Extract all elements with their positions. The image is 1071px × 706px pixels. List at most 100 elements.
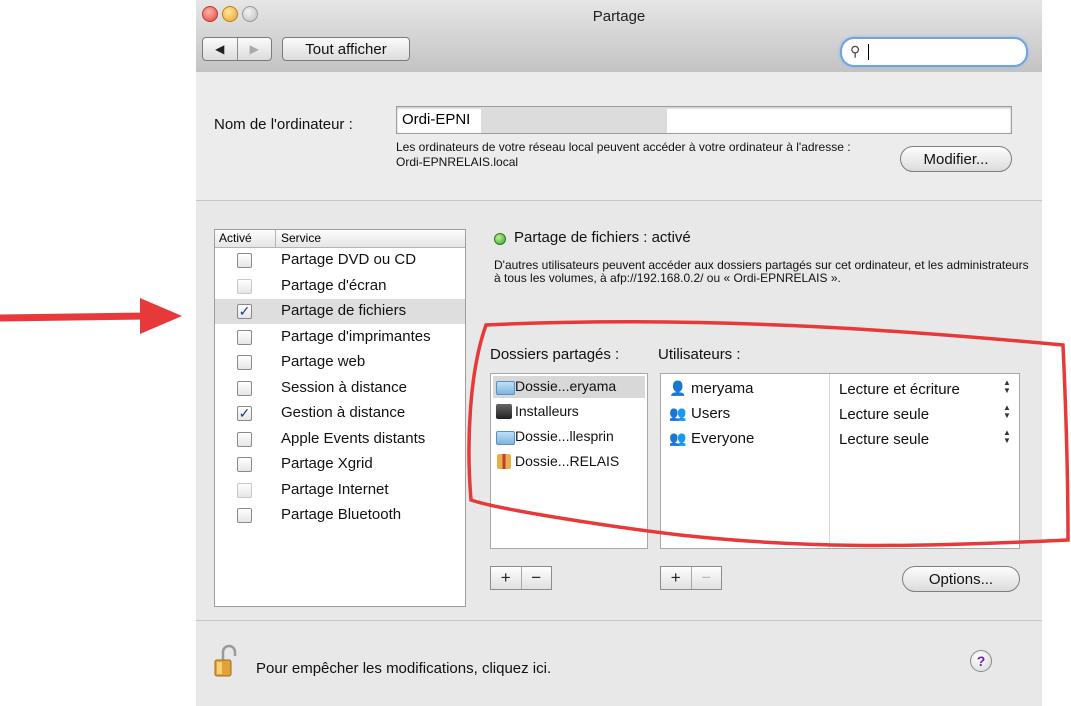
permission-popup[interactable]: Lecture seule	[839, 431, 929, 448]
service-label: Partage Xgrid	[281, 455, 373, 472]
sharing-window: Partage ◀ ▶ Tout afficher ⚲ Nom de l'ord…	[196, 0, 1042, 706]
checkbox[interactable]	[237, 355, 252, 370]
service-label: Partage de fichiers	[281, 302, 407, 319]
service-row[interactable]: Partage Internet	[215, 478, 465, 503]
service-row[interactable]: Partage DVD ou CD	[215, 248, 465, 273]
checkbox[interactable]	[237, 431, 252, 447]
header-enabled[interactable]: Activé	[219, 231, 252, 245]
service-list-header: Activé Service	[215, 230, 465, 248]
checkbox-checked[interactable]: ✓	[237, 406, 252, 421]
checkbox-checked[interactable]: ✓	[237, 304, 252, 319]
title-bar: Partage ◀ ▶ Tout afficher ⚲	[196, 0, 1042, 73]
checkbox[interactable]	[237, 482, 252, 498]
address-description: Les ordinateurs de votre réseau local pe…	[396, 140, 851, 169]
user-name: Users	[691, 405, 731, 422]
forward-button[interactable]: ▶	[236, 38, 272, 60]
nav-buttons: ◀ ▶	[202, 37, 272, 61]
user-name: meryama	[691, 380, 754, 397]
lock-icon[interactable]	[214, 644, 238, 678]
service-label: Partage d'écran	[281, 276, 387, 294]
text-caret	[868, 44, 869, 60]
modify-button[interactable]: Modifier...	[900, 146, 1012, 172]
folder-label: Installeurs	[515, 403, 579, 419]
checkbox[interactable]	[237, 278, 252, 294]
header-service[interactable]: Service	[281, 231, 321, 245]
folder-item[interactable]: Dossie...RELAIS	[493, 451, 645, 473]
service-row[interactable]: Partage Xgrid	[215, 452, 465, 477]
popup-arrows-icon[interactable]: ▲ ▼	[1003, 379, 1011, 395]
divider	[196, 620, 1042, 621]
user-row[interactable]: 👥 Users Lecture seule ▲ ▼	[665, 403, 1019, 427]
shared-folders-list[interactable]: Dossie...eryama Installeurs Dossie...lle…	[490, 373, 648, 549]
folder-icon	[496, 381, 515, 395]
service-row[interactable]: Apple Events distants	[215, 427, 465, 452]
options-button[interactable]: Options...	[902, 566, 1020, 592]
checkbox[interactable]	[237, 380, 252, 396]
service-status-title: Partage de fichiers : activé	[514, 229, 691, 246]
group-icon: 👥	[669, 405, 687, 421]
service-row[interactable]: Partage d'imprimantes	[215, 325, 465, 350]
folder-item[interactable]: Dossie...eryama	[493, 376, 645, 398]
box-icon	[496, 404, 512, 419]
user-row[interactable]: 👥 Everyone Lecture seule ▲ ▼	[665, 428, 1019, 452]
service-row[interactable]: Partage d'écran	[215, 274, 465, 299]
user-icon: 👤	[669, 380, 687, 396]
help-button[interactable]: ?	[970, 650, 992, 672]
folder-item[interactable]: Dossie...llesprin	[493, 426, 645, 448]
redaction-box	[481, 107, 667, 133]
gift-icon	[497, 454, 511, 469]
service-label: Session à distance	[281, 378, 407, 396]
service-label: Partage Internet	[281, 480, 389, 498]
checkbox[interactable]	[237, 329, 252, 345]
window-title: Partage	[592, 8, 646, 25]
service-label: Partage DVD ou CD	[281, 251, 417, 268]
computer-name-label: Nom de l'ordinateur :	[214, 116, 353, 133]
checkbox[interactable]	[237, 508, 252, 523]
computer-name-field[interactable]: Ordi-EPNI	[396, 106, 1012, 134]
popup-arrows-icon[interactable]: ▲ ▼	[1003, 429, 1011, 445]
permission-popup[interactable]: Lecture et écriture	[839, 381, 960, 398]
user-name: Everyone	[691, 430, 755, 447]
checkbox[interactable]	[237, 457, 252, 472]
service-row[interactable]: ✓ Gestion à distance	[215, 401, 465, 426]
shared-folders-label: Dossiers partagés :	[490, 346, 620, 363]
service-label: Partage web	[281, 353, 366, 370]
search-input[interactable]: ⚲	[840, 37, 1028, 67]
service-list: Activé Service Partage DVD ou CD Partage …	[214, 229, 466, 607]
red-arrow-annotation	[0, 298, 182, 334]
add-user-button[interactable]: +	[661, 567, 691, 589]
service-row[interactable]: Session à distance	[215, 376, 465, 401]
folder-label: Dossie...RELAIS	[515, 453, 620, 469]
users-label: Utilisateurs :	[658, 346, 741, 363]
service-label: Partage Bluetooth	[281, 506, 402, 523]
service-label: Partage d'imprimantes	[281, 327, 431, 345]
service-row[interactable]: Partage Bluetooth	[215, 503, 465, 528]
add-folder-button[interactable]: +	[491, 567, 521, 589]
user-add-remove: + −	[660, 566, 722, 590]
service-label: Apple Events distants	[281, 429, 426, 447]
folder-label: Dossie...llesprin	[515, 428, 614, 444]
service-row[interactable]: ✓ Partage de fichiers	[215, 299, 465, 324]
folder-icon	[496, 431, 515, 445]
user-row[interactable]: 👤 meryama Lecture et écriture ▲ ▼	[665, 378, 1019, 402]
show-all-button[interactable]: Tout afficher	[282, 37, 410, 61]
permission-popup[interactable]: Lecture seule	[839, 406, 929, 423]
folder-item[interactable]: Installeurs	[493, 401, 645, 423]
status-indicator-icon	[494, 233, 506, 245]
checkbox[interactable]	[237, 253, 252, 268]
folder-label: Dossie...eryama	[515, 378, 617, 394]
search-icon: ⚲	[850, 43, 861, 59]
lock-message: Pour empêcher les modifications, cliquez…	[256, 660, 552, 677]
column-divider	[275, 230, 276, 247]
back-button[interactable]: ◀	[203, 38, 237, 60]
computer-name-value: Ordi-EPNI	[402, 111, 471, 128]
service-label: Gestion à distance	[281, 404, 406, 421]
folder-add-remove: + −	[490, 566, 552, 590]
users-list[interactable]: 👤 meryama Lecture et écriture ▲ ▼ 👥 Users…	[660, 373, 1020, 549]
remove-folder-button[interactable]: −	[520, 567, 552, 589]
popup-arrows-icon[interactable]: ▲ ▼	[1003, 404, 1011, 420]
service-description: D'autres utilisateurs peuvent accéder au…	[494, 258, 1029, 285]
service-row[interactable]: Partage web	[215, 350, 465, 375]
remove-user-button[interactable]: −	[690, 567, 722, 589]
everyone-icon: 👥	[669, 430, 687, 446]
